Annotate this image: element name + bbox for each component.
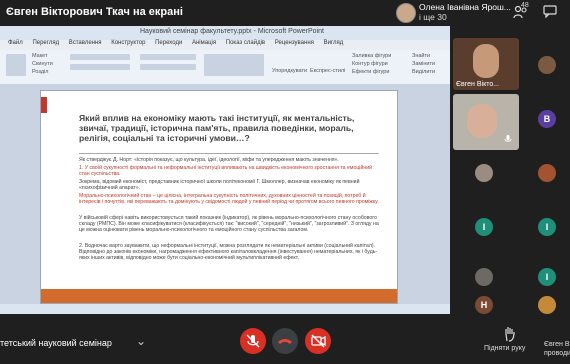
- align-row[interactable]: [140, 64, 196, 70]
- slide-footer-bar: [41, 289, 397, 303]
- chat-icon[interactable]: [543, 5, 557, 18]
- participant-count: 48: [521, 2, 529, 9]
- slide-paragraph: 1. У своїй сукупності формальні та нефор…: [79, 165, 373, 178]
- ppt-tab[interactable]: Вставлення: [69, 40, 102, 46]
- participant-avatar[interactable]: [538, 56, 556, 74]
- ribbon-label[interactable]: Розділ: [32, 69, 48, 75]
- ribbon-label[interactable]: Виділити: [412, 69, 435, 75]
- slide-heading: Який вплив на економіку мають такі інсти…: [79, 113, 355, 143]
- meeting-name: тетський науковий семінар: [0, 338, 112, 348]
- participant-video[interactable]: [453, 94, 519, 150]
- ppt-tab[interactable]: Показ слайдів: [226, 40, 265, 46]
- participant-avatar[interactable]: B: [538, 110, 556, 128]
- chevron-down-icon[interactable]: ⌄: [136, 334, 146, 348]
- slide-paragraph: У військовій сфері навіть використовуєть…: [79, 215, 379, 234]
- participant-avatar[interactable]: I: [538, 268, 556, 286]
- slide-divider: [79, 153, 379, 154]
- ppt-statusbar: [0, 304, 450, 314]
- ribbon-label[interactable]: Експрес-стилі: [310, 68, 345, 74]
- ribbon-label[interactable]: Знайти: [412, 53, 430, 59]
- raise-hand-label[interactable]: Підняти руку: [484, 345, 525, 352]
- ppt-tab[interactable]: Перегляд: [32, 40, 59, 46]
- participant-name: Євген Вікто...: [456, 81, 500, 88]
- ppt-titlebar: Науковий семінар факультету.pptx - Micro…: [0, 26, 450, 40]
- mic-off-button[interactable]: [240, 328, 266, 354]
- ppt-tab[interactable]: Анімація: [192, 40, 216, 46]
- ppt-workspace: Який вплив на економіку мають такі інсти…: [0, 84, 450, 314]
- participants-panel: Євген Вікто... B I I I H: [450, 26, 570, 314]
- shared-screen: Науковий семінар факультету.pptx - Micro…: [0, 26, 450, 314]
- shapes-gallery[interactable]: [204, 54, 264, 76]
- presenter-name[interactable]: Олена Іванівна Ярош...: [419, 2, 511, 12]
- camera-off-button[interactable]: [305, 328, 331, 354]
- participant-avatar[interactable]: I: [538, 218, 556, 236]
- slide-paragraph: 2. Водночас варто зауважити, що неформал…: [79, 243, 378, 262]
- bottom-bar: тетський науковий семінар ⌄: [0, 314, 570, 364]
- participant-avatar[interactable]: [475, 268, 493, 286]
- side-label-line: Євген В: [544, 341, 570, 348]
- end-call-button[interactable]: [272, 328, 298, 354]
- presenter-more[interactable]: і ще 30: [419, 12, 447, 22]
- paste-button[interactable]: [6, 54, 26, 76]
- ribbon-label[interactable]: Скинути: [32, 61, 53, 67]
- participant-avatar[interactable]: H: [475, 296, 493, 314]
- side-label-line: проводи: [544, 350, 570, 357]
- ppt-tab[interactable]: Рецензування: [275, 40, 314, 46]
- participant-face: [467, 104, 497, 138]
- raise-hand-icon[interactable]: [503, 326, 517, 342]
- ribbon-label[interactable]: Ефекти фігури: [352, 69, 389, 75]
- ribbon-label[interactable]: Заливка фігури: [352, 53, 391, 59]
- camera-off-icon: [311, 334, 326, 348]
- slide-accent-bar: [41, 97, 47, 113]
- hangup-icon: [278, 339, 292, 344]
- slide-paragraph: Морально-психологічний стан – це цілісна…: [79, 193, 379, 206]
- ppt-tab[interactable]: Файл: [8, 40, 23, 46]
- ppt-window-title: Науковий семінар факультету.pptx - Micro…: [140, 28, 324, 35]
- slide: Який вплив на економіку мають такі інсти…: [40, 90, 398, 304]
- ribbon-label[interactable]: Замінити: [412, 61, 435, 67]
- participant-avatar[interactable]: [475, 164, 493, 182]
- meeting-title: Євген Вікторович Ткач на екрані: [6, 6, 183, 18]
- slide-paragraph: Зокрема, відомий економіст, представник …: [79, 179, 360, 192]
- font-selector[interactable]: [70, 54, 130, 60]
- ribbon-label[interactable]: Контур фігури: [352, 61, 388, 67]
- participant-avatar[interactable]: I: [475, 218, 493, 236]
- mic-icon: [504, 135, 512, 142]
- slide-paragraph: Як стверджує Д. Норт: «історія показує, …: [79, 157, 339, 163]
- presenter-avatar[interactable]: [396, 3, 416, 23]
- participant-face: [473, 44, 499, 78]
- ribbon-label[interactable]: Упорядкувати: [272, 68, 307, 74]
- side-label: Євген В проводи: [544, 340, 570, 358]
- mic-off-icon: [246, 334, 260, 348]
- ppt-ribbon: Макет Скинути Розділ Упорядкувати Експре…: [0, 50, 450, 85]
- participant-avatar[interactable]: [538, 164, 556, 182]
- ppt-tab[interactable]: Переходи: [155, 40, 182, 46]
- font-format-row[interactable]: [70, 64, 130, 70]
- ppt-tab[interactable]: Конструктор: [111, 40, 145, 46]
- ppt-tab[interactable]: Вигляд: [324, 40, 344, 46]
- participant-avatar[interactable]: [538, 296, 556, 314]
- ppt-ribbon-tabs: Файл Перегляд Вставлення Конструктор Пер…: [0, 40, 450, 50]
- ribbon-label[interactable]: Макет: [32, 53, 48, 59]
- paragraph-row[interactable]: [140, 54, 196, 60]
- participant-video[interactable]: Євген Вікто...: [453, 38, 519, 90]
- top-bar: Євген Вікторович Ткач на екрані Олена Ів…: [0, 0, 570, 26]
